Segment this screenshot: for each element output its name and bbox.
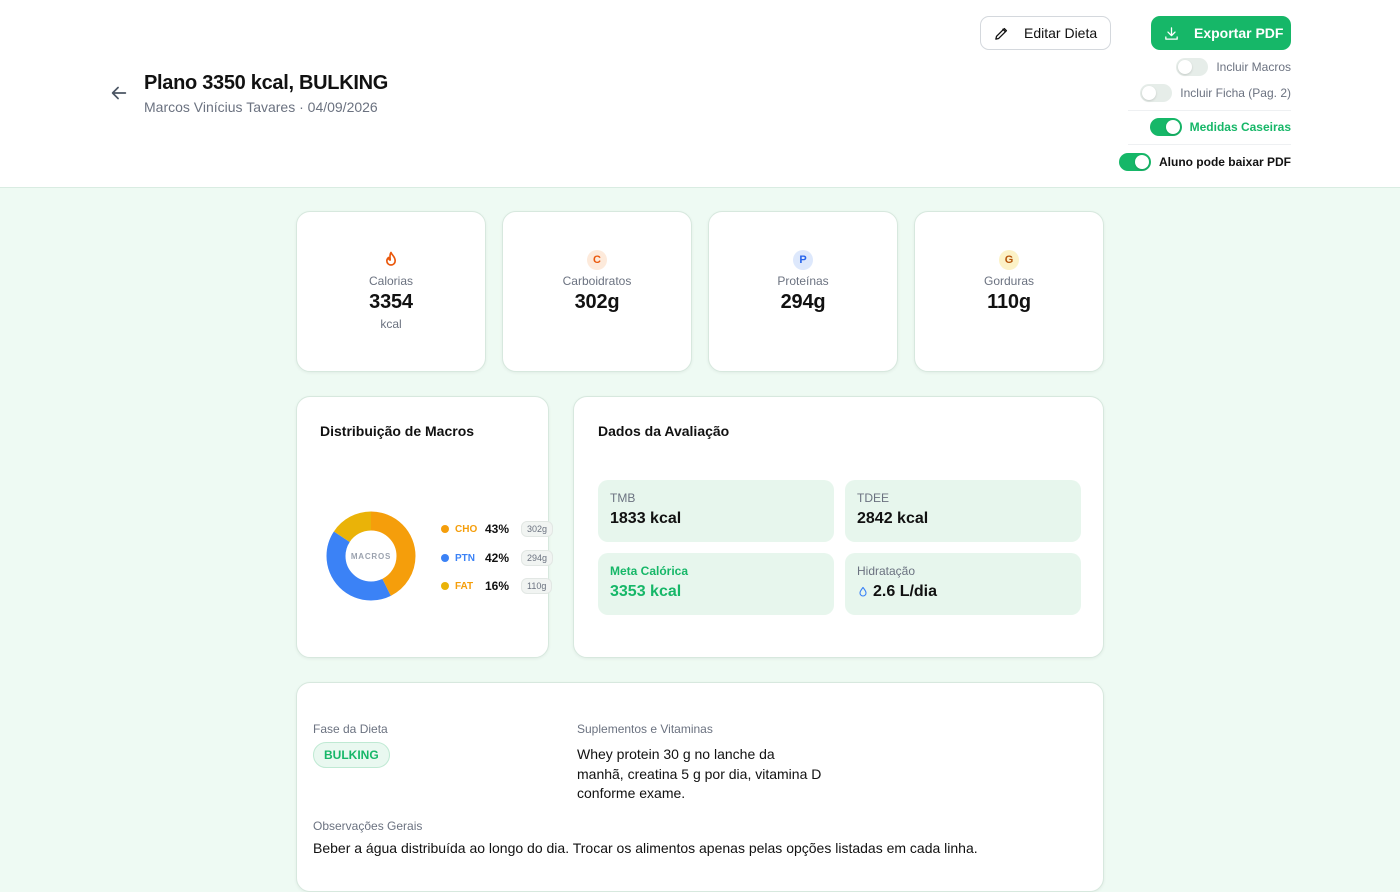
legend-tag: CHO bbox=[455, 523, 478, 535]
supplements-label: Suplementos e Vitaminas bbox=[577, 722, 713, 736]
tdee-box: TDEE 2842 kcal bbox=[845, 480, 1081, 542]
goal-label: Meta Calórica bbox=[610, 564, 689, 578]
supplements-line: Whey protein 30 g no lanche da bbox=[577, 746, 775, 762]
donut-center-label: MACROS bbox=[351, 552, 391, 561]
tdee-label: TDEE bbox=[857, 491, 890, 505]
edit-diet-button[interactable]: Editar Dieta bbox=[980, 16, 1111, 50]
pencil-icon bbox=[995, 27, 1008, 40]
legend-tag: PTN bbox=[455, 552, 475, 564]
macros-title: Distribuição de Macros bbox=[320, 423, 475, 439]
hydration-box: Hidratação 2.6 L/dia bbox=[845, 553, 1081, 615]
tdee-value: 2842 kcal bbox=[857, 510, 929, 527]
supplements-line: manhã, creatina 5 g por dia, vitamina D bbox=[577, 765, 822, 782]
toggle-label: Medidas Caseiras bbox=[1189, 120, 1291, 134]
page-header: Plano 3350 kcal, BULKING Marcos Vinícius… bbox=[0, 0, 1400, 188]
divider bbox=[1128, 144, 1291, 145]
stat-card-fat: G Gorduras 110g bbox=[914, 211, 1104, 372]
export-pdf-button[interactable]: Exportar PDF bbox=[1151, 16, 1291, 50]
stat-label: Proteínas bbox=[777, 274, 829, 288]
toggle-switch[interactable] bbox=[1118, 153, 1151, 171]
macros-donut-chart: MACROS bbox=[326, 511, 416, 601]
stat-label: Carboidratos bbox=[562, 274, 632, 288]
hydration-value: 2.6 L/dia bbox=[873, 583, 938, 600]
edit-diet-label: Editar Dieta bbox=[1024, 25, 1098, 41]
tmb-box: TMB 1833 kcal bbox=[598, 480, 834, 542]
stat-label: Calorias bbox=[368, 274, 413, 288]
notes-label: Observações Gerais bbox=[313, 819, 423, 833]
legend-tag: FAT bbox=[455, 580, 474, 592]
legend-dot bbox=[441, 554, 449, 562]
notes-text: Beber a água distribuída ao longo do dia… bbox=[313, 840, 978, 856]
hydration-label: Hidratação bbox=[857, 564, 916, 578]
flame-icon bbox=[386, 251, 396, 266]
page-title: Plano 3350 kcal, BULKING bbox=[144, 72, 389, 94]
legend-grams: 302g bbox=[521, 521, 554, 537]
water-drop-icon bbox=[859, 586, 867, 597]
page-subtitle: Marcos Vinícius Tavares · 04/09/2026 bbox=[144, 99, 378, 115]
legend-item-ptn: PTN 42% 294g bbox=[441, 550, 554, 566]
legend-pct: 16% bbox=[485, 579, 510, 593]
phase-label: Fase da Dieta bbox=[313, 722, 388, 736]
arrow-left-icon[interactable] bbox=[108, 82, 130, 104]
goal-box: Meta Calórica 3353 kcal bbox=[598, 553, 834, 615]
stat-value: 3354 bbox=[369, 291, 413, 313]
stat-label: Gorduras bbox=[983, 274, 1035, 288]
phase-badge: BULKING bbox=[313, 742, 390, 768]
supplements-line: conforme exame. bbox=[577, 785, 686, 801]
toggle-include-macros[interactable]: Incluir Macros bbox=[1176, 58, 1291, 76]
details-card: Fase da Dieta BULKING Suplementos e Vita… bbox=[296, 682, 1104, 892]
download-icon bbox=[1165, 26, 1178, 40]
evaluation-title: Dados da Avaliação bbox=[598, 423, 730, 439]
legend-grams: 110g bbox=[521, 578, 553, 594]
carb-badge-icon: C bbox=[587, 250, 607, 270]
toggle-switch[interactable] bbox=[1140, 84, 1173, 102]
stat-card-protein: P Proteínas 294g bbox=[708, 211, 898, 372]
hydration-row: 2.6 L/dia bbox=[857, 583, 1069, 601]
supplements-text: Whey protein 30 g no lanche da manhã, cr… bbox=[577, 745, 857, 804]
divider bbox=[1128, 110, 1291, 111]
stat-card-carbs: C Carboidratos 302g bbox=[502, 211, 692, 372]
toggle-label: Incluir Macros bbox=[1216, 60, 1291, 74]
stat-value: 110g bbox=[987, 291, 1031, 313]
evaluation-card: Dados da Avaliação TMB 1833 kcal TDEE 28… bbox=[573, 396, 1104, 658]
macros-card: Distribuição de Macros MACROS CHO 43% 30… bbox=[296, 396, 554, 658]
toggle-switch[interactable] bbox=[1149, 118, 1182, 136]
stat-unit: kcal bbox=[380, 317, 402, 331]
export-pdf-label: Exportar PDF bbox=[1194, 25, 1284, 41]
legend-pct: 42% bbox=[485, 551, 510, 565]
toggle-label: Incluir Ficha (Pag. 2) bbox=[1180, 86, 1291, 100]
legend-dot bbox=[441, 582, 449, 590]
toggle-label: Aluno pode baixar PDF bbox=[1158, 155, 1291, 169]
legend-pct: 43% bbox=[485, 522, 510, 536]
stat-card-calories: Calorias 3354 kcal bbox=[296, 211, 486, 372]
stat-value: 294g bbox=[780, 291, 826, 313]
toggle-switch[interactable] bbox=[1176, 58, 1209, 76]
legend-dot bbox=[441, 525, 449, 533]
stat-value: 302g bbox=[574, 291, 620, 313]
toggle-include-sheet[interactable]: Incluir Ficha (Pag. 2) bbox=[1140, 84, 1291, 102]
protein-badge-icon: P bbox=[793, 250, 813, 270]
goal-value: 3353 kcal bbox=[610, 583, 682, 600]
toggle-household-measures[interactable]: Medidas Caseiras bbox=[1149, 118, 1291, 136]
legend-grams: 294g bbox=[521, 550, 554, 566]
toggle-student-download[interactable]: Aluno pode baixar PDF bbox=[1118, 153, 1291, 171]
legend-item-cho: CHO 43% 302g bbox=[441, 521, 554, 537]
tmb-value: 1833 kcal bbox=[610, 510, 682, 527]
tmb-label: TMB bbox=[610, 491, 636, 505]
legend-item-fat: FAT 16% 110g bbox=[441, 578, 553, 594]
fat-badge-icon: G bbox=[999, 250, 1019, 270]
